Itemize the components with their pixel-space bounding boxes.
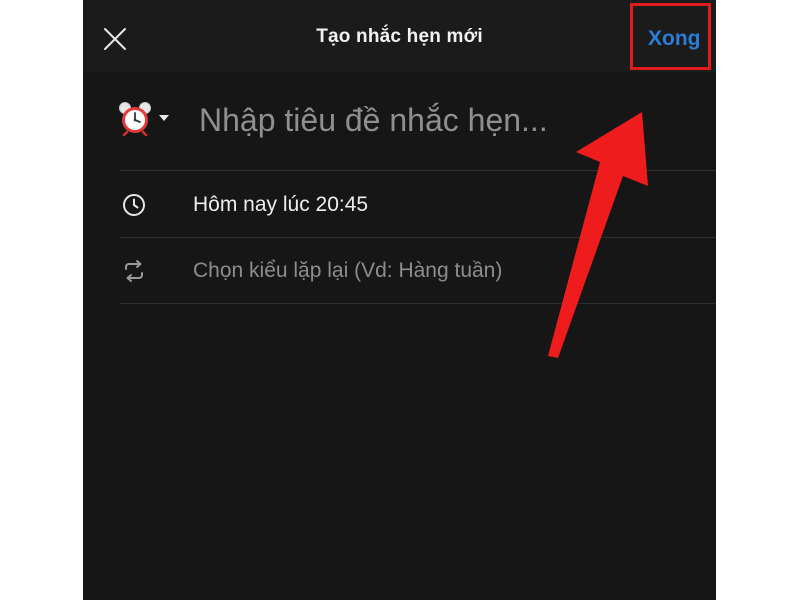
repeat-row[interactable]: Chọn kiểu lặp lại (Vd: Hàng tuần) bbox=[83, 238, 716, 302]
repeat-label: Chọn kiểu lặp lại (Vd: Hàng tuần) bbox=[193, 259, 503, 282]
reminder-title-input[interactable] bbox=[199, 98, 699, 142]
page-title: Tạo nhắc hẹn mới bbox=[316, 26, 483, 47]
right-margin bbox=[716, 0, 800, 600]
annotation-highlight-box bbox=[630, 3, 711, 70]
chevron-down-icon bbox=[159, 115, 169, 121]
divider bbox=[120, 170, 716, 171]
divider bbox=[120, 303, 716, 304]
emoji-picker-button[interactable] bbox=[117, 100, 169, 136]
clock-icon bbox=[123, 194, 145, 216]
date-time-row[interactable]: Hôm nay lúc 20:45 bbox=[83, 172, 716, 236]
repeat-icon bbox=[125, 260, 143, 282]
reminder-screen: Tạo nhắc hẹn mới Xong Nhập tiêu đề nhắc … bbox=[83, 0, 716, 600]
date-time-label: Hôm nay lúc 20:45 bbox=[193, 193, 369, 216]
left-margin bbox=[0, 0, 83, 600]
nav-header: Tạo nhắc hẹn mới Xong bbox=[83, 0, 716, 72]
alarm-clock-icon bbox=[119, 102, 151, 136]
reminder-title-row bbox=[83, 80, 716, 168]
